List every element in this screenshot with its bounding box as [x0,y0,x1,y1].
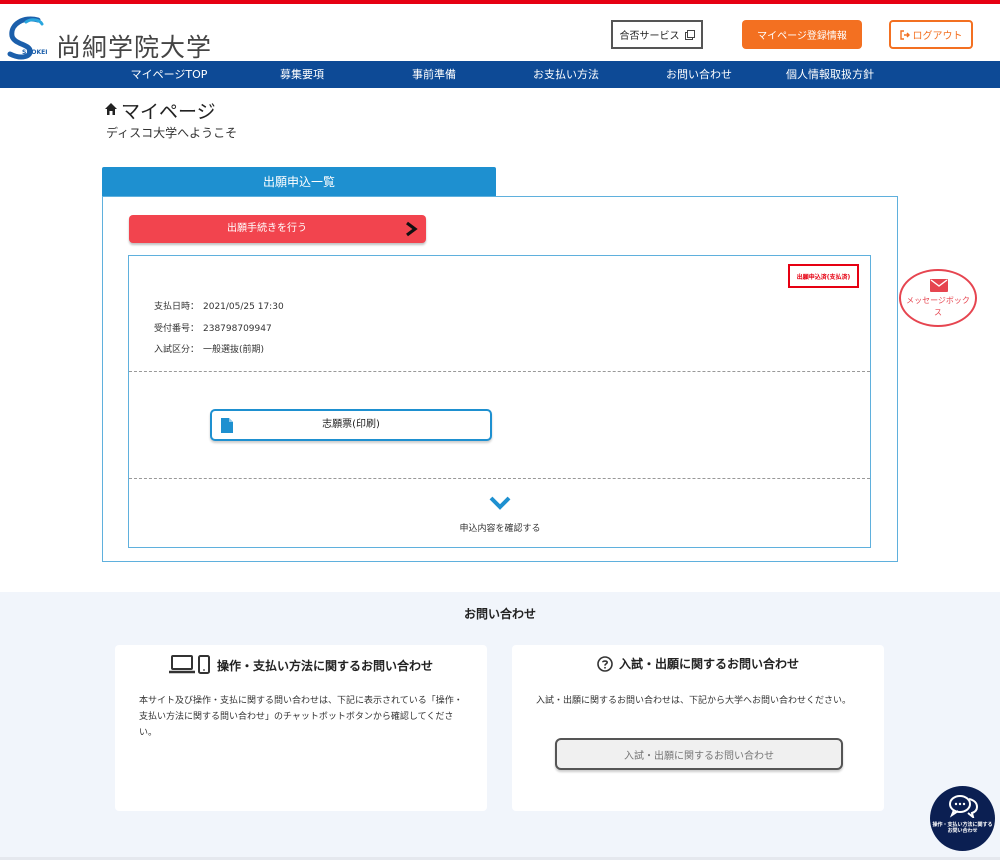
contact-card-operation-header: 操作・支払い方法に関するお問い合わせ [115,655,487,675]
receipt-number-row: 受付番号： 238798709947 [154,321,272,334]
welcome-text: ディスコ大学へようこそ [106,126,238,140]
contact-card-admission-body: 入試・出願に関するお問い合わせは、下記から大学へお問い合わせください。 [536,696,852,706]
exam-type-label: 入試区分： [154,345,200,355]
pass-service-button[interactable]: 合否サービス [611,20,703,49]
start-application-button[interactable]: 出願手続きを行う [129,215,426,243]
question-circle-icon [597,655,613,672]
brand-subtitle: SHOKEI [22,49,48,56]
payment-date-row: 支払日時： 2021/05/25 17:30 [154,299,284,312]
divider [129,478,870,479]
message-box-button[interactable]: メッセージボックス [899,269,977,327]
external-window-icon [684,29,695,40]
receipt-number-value: 238798709947 [203,324,272,334]
logout-label: ログアウト [912,31,963,42]
chevron-right-icon [406,221,418,237]
nav-item-mypage-top[interactable]: マイページTOP [131,61,208,88]
page-title: マイページ [121,101,216,123]
admission-inquiry-button[interactable]: 入試・出願に関するお問い合わせ [555,738,843,770]
contact-card-operation-title: 操作・支払い方法に関するお問い合わせ [216,658,433,673]
contact-card-admission: 入試・出願に関するお問い合わせ 入試・出願に関するお問い合わせは、下記から大学へ… [512,645,884,811]
payment-date-label: 支払日時： [154,302,200,312]
contact-card-operation-body: 本サイト及び操作・支払に関する問い合わせは、下記に表示されている「操作・支払い方… [139,696,463,738]
nav-item-guidelines[interactable]: 募集要項 [280,61,324,88]
print-application-form-button[interactable]: 志願票(印刷) [210,409,492,441]
nav-item-contact[interactable]: お問い合わせ [666,61,732,88]
chatbot-label: 操作・支払い方法に関する お問い合わせ [932,822,993,834]
view-application-details-link[interactable]: 申込内容を確認する [0,521,1000,534]
divider [129,371,870,372]
contact-card-operation: 操作・支払い方法に関するお問い合わせ 本サイト及び操作・支払に関する問い合わせは… [115,645,487,811]
laptop-phone-icon [168,655,210,674]
pass-service-label: 合否サービス [619,31,680,42]
exam-type-row: 入試区分： 一般選抜(前期) [154,342,264,355]
main-nav: マイページTOP 募集要項 事前準備 お支払い方法 お問い合わせ 個人情報取扱方… [0,61,1000,88]
chatbot-button[interactable]: 操作・支払い方法に関する お問い合わせ [930,786,995,851]
mail-icon [930,279,948,292]
nav-item-payment[interactable]: お支払い方法 [533,61,599,88]
nav-item-preparation[interactable]: 事前準備 [412,61,456,88]
chat-bubbles-icon [949,795,978,818]
nav-item-privacy[interactable]: 個人情報取扱方針 [786,61,874,88]
site-header: SHOKEI 尚絅学院大学 合否サービス マイページ登録情報 ログアウト [0,4,1000,64]
exam-type-value: 一般選抜(前期) [203,345,265,355]
payment-date-value: 2021/05/25 17:30 [203,302,284,312]
chevron-down-icon[interactable] [489,496,511,510]
logout-icon [899,29,910,40]
receipt-number-label: 受付番号： [154,324,200,334]
home-icon [105,103,117,115]
mypage-register-button[interactable]: マイページ登録情報 [742,20,862,49]
status-badge: 出願申込済(支払済) [788,264,859,288]
message-box-label: メッセージボックス [906,296,970,317]
logout-button[interactable]: ログアウト [889,20,973,49]
contact-section-title: お問い合わせ [463,607,536,621]
contact-card-admission-header: 入試・出願に関するお問い合わせ [512,655,884,672]
print-application-form-label: 志願票(印刷) [322,419,380,430]
contact-card-admission-title: 入試・出願に関するお問い合わせ [618,657,799,671]
tab-application-list[interactable]: 出願申込一覧 [102,167,496,196]
brand-name[interactable]: 尚絅学院大学 [56,28,212,64]
start-application-label: 出願手続きを行う [227,223,307,234]
